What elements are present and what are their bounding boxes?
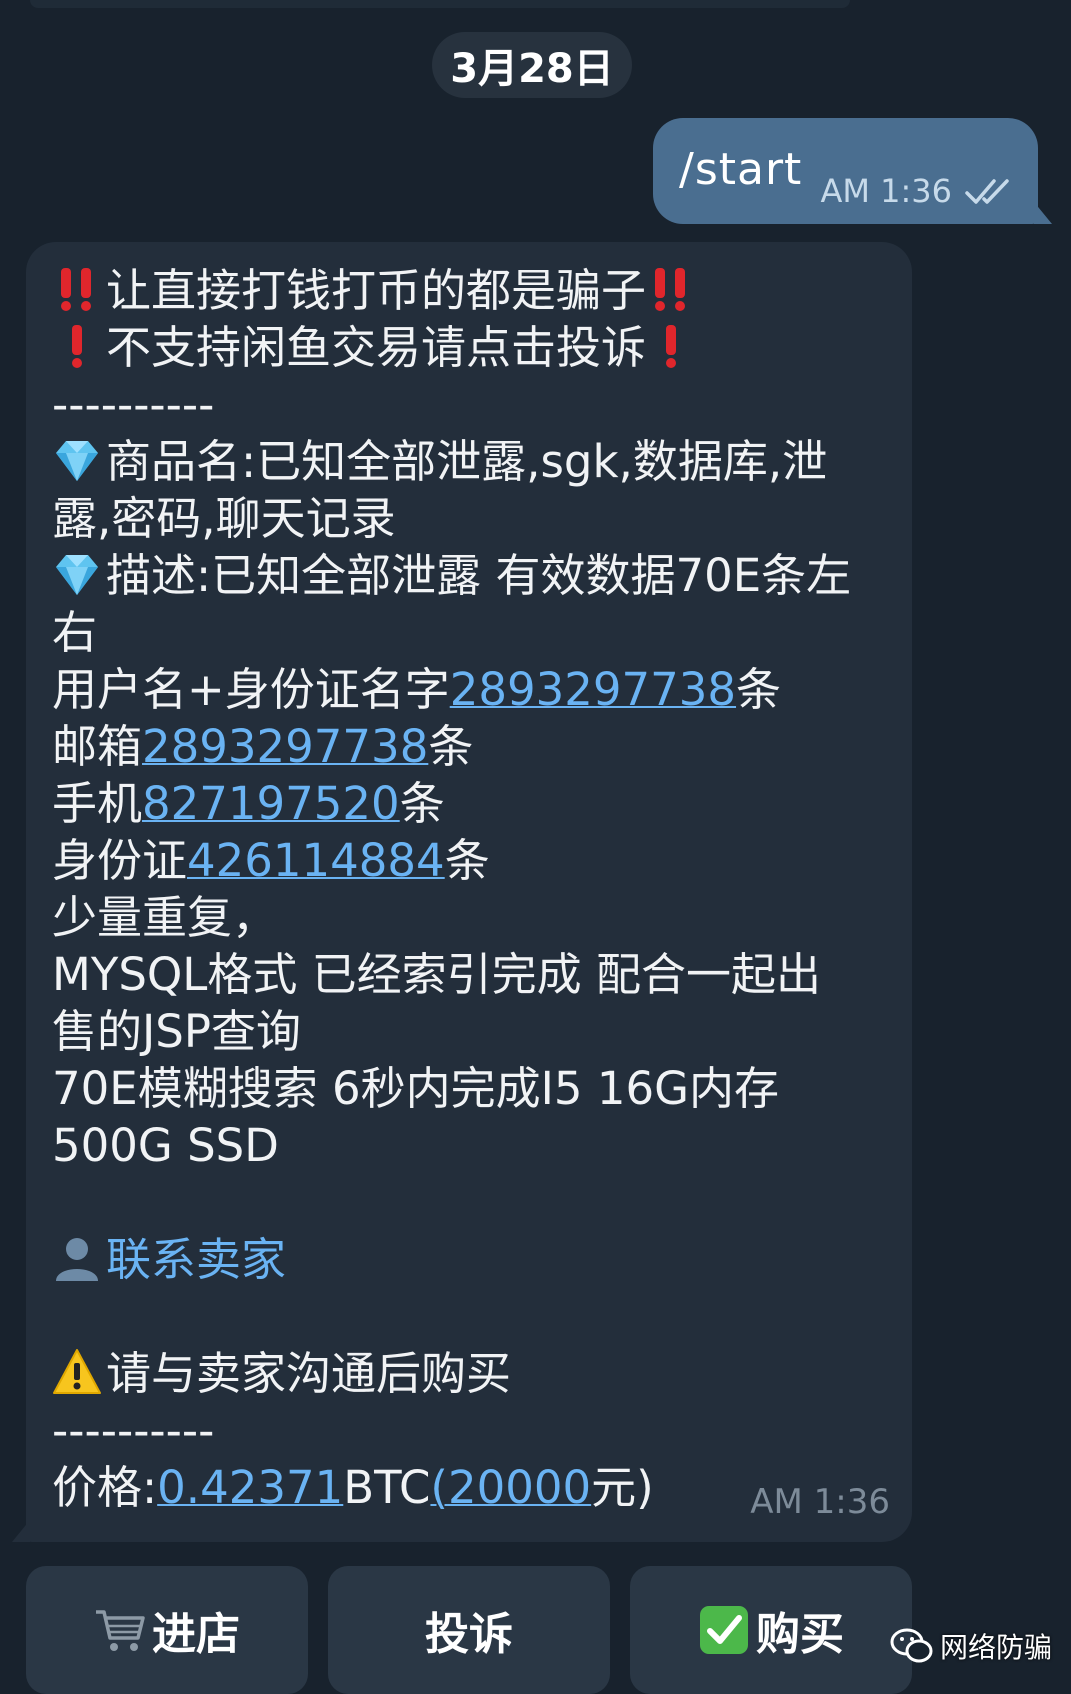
username-label: 用户名+身份证名字 [52,663,450,716]
double-exclamation-icon [61,268,91,311]
double-exclamation-icon [655,268,686,311]
purchase-warning-text: 请与卖家沟通后购买 [106,1347,512,1400]
buy-button[interactable]: 购买 [630,1566,912,1694]
mysql-line-1: MYSQL格式 已经索引完成 配合一起出 [52,948,821,1001]
check-mark-icon [700,1606,748,1654]
unit-label: 条 [736,663,782,716]
outgoing-message-text: /start [679,144,803,195]
outgoing-message-bubble[interactable]: /start AM 1:36 [653,118,1052,224]
complain-button-label: 投诉 [425,1609,513,1660]
exclamation-icon [666,325,677,368]
xianyu-warning-line: 不支持闲鱼交易请点击投诉 [52,319,902,376]
incoming-message-time: AM 1:36 [750,1482,890,1522]
email-count-link[interactable]: 2893297738 [142,720,428,773]
username-count-line: 用户名+身份证名字2893297738条 [52,661,902,718]
shop-button-label: 进店 [152,1609,240,1660]
description-text-2: 右 [52,606,98,659]
divider-text: ---------- [52,378,215,431]
incoming-message-bubble[interactable]: 让直接打钱打币的都是骗子 不支持闲鱼交易请点击投诉 ---------- 商品名… [12,242,912,1542]
cart-icon [96,1610,145,1651]
id-count-link[interactable]: 426114884 [187,834,445,887]
date-label: 3月28日 [450,46,614,92]
divider-text-2: ---------- [52,1404,215,1457]
person-icon [56,1238,98,1281]
unit-label: 条 [444,834,490,887]
price-btc-link[interactable]: 0.42371 [157,1461,343,1514]
description-text-1: 描述:已知全部泄露 有效数据70E条左 [106,549,852,602]
scam-warning-line: 让直接打钱打币的都是骗子 [52,262,902,319]
watermark-text: 网络防骗 [940,1631,1053,1664]
product-name-text-2: 露,密码,聊天记录 [52,492,396,545]
watermark: 网络防骗 [890,1626,1052,1666]
price-paren: ( [430,1461,448,1514]
phone-label: 手机 [52,777,143,830]
previous-message-edge [30,0,850,8]
complain-button[interactable]: 投诉 [328,1566,610,1694]
exclamation-icon [72,325,82,368]
ssd-line: 500G SSD [52,1119,279,1172]
contact-seller-line[interactable]: 联系卖家 [52,1231,902,1288]
scam-warning-text: 让直接打钱打币的都是骗子 [106,264,647,317]
email-label: 邮箱 [52,720,143,773]
email-count-line: 邮箱2893297738条 [52,718,902,775]
price-label: 价格: [52,1461,158,1514]
product-name-text-1: 商品名:已知全部泄露,sgk,数据库,泄 [106,435,828,488]
mysql-line-2: 售的JSP查询 [52,1005,301,1058]
unit-label: 条 [428,720,474,773]
username-count-link[interactable]: 2893297738 [450,663,736,716]
unit-label: 条 [399,777,445,830]
product-name-line: 商品名:已知全部泄露,sgk,数据库,泄 [52,433,902,490]
date-separator: 3月28日 [432,32,632,98]
message-body: 让直接打钱打币的都是骗子 不支持闲鱼交易请点击投诉 ---------- 商品名… [52,262,902,1516]
duplicate-note: 少量重复， [52,891,278,944]
incoming-bubble-tail [12,1520,30,1542]
warning-icon [53,1349,101,1394]
outgoing-bubble-tail [1034,202,1052,224]
phone-count-line: 手机827197520条 [52,775,902,832]
phone-count-link[interactable]: 827197520 [142,777,400,830]
gem-icon [56,441,98,481]
outgoing-message-meta: AM 1:36 [820,172,1016,210]
wechat-icon [890,1628,933,1663]
gem-icon [56,555,98,595]
price-cny-link[interactable]: 20000 [448,1461,591,1514]
price-cny-suffix: 元) [591,1461,654,1514]
outgoing-message-time: AM 1:36 [820,172,952,210]
purchase-warning-line: 请与卖家沟通后购买 [52,1345,902,1402]
contact-seller-link[interactable]: 联系卖家 [106,1233,286,1286]
id-count-line: 身份证426114884条 [52,832,902,889]
double-check-icon [965,179,1009,204]
buy-button-label: 购买 [756,1609,844,1660]
description-line: 描述:已知全部泄露 有效数据70E条左 [52,547,902,604]
price-btc-unit: BTC [343,1461,431,1514]
xianyu-warning-text: 不支持闲鱼交易请点击投诉 [106,321,647,374]
shop-button[interactable]: 进店 [26,1566,308,1694]
fuzzy-search-line: 70E模糊搜索 6秒内完成I5 16G内存 [52,1062,779,1115]
inline-keyboard: 进店 投诉 购买 [26,1566,912,1694]
id-label: 身份证 [52,834,188,887]
